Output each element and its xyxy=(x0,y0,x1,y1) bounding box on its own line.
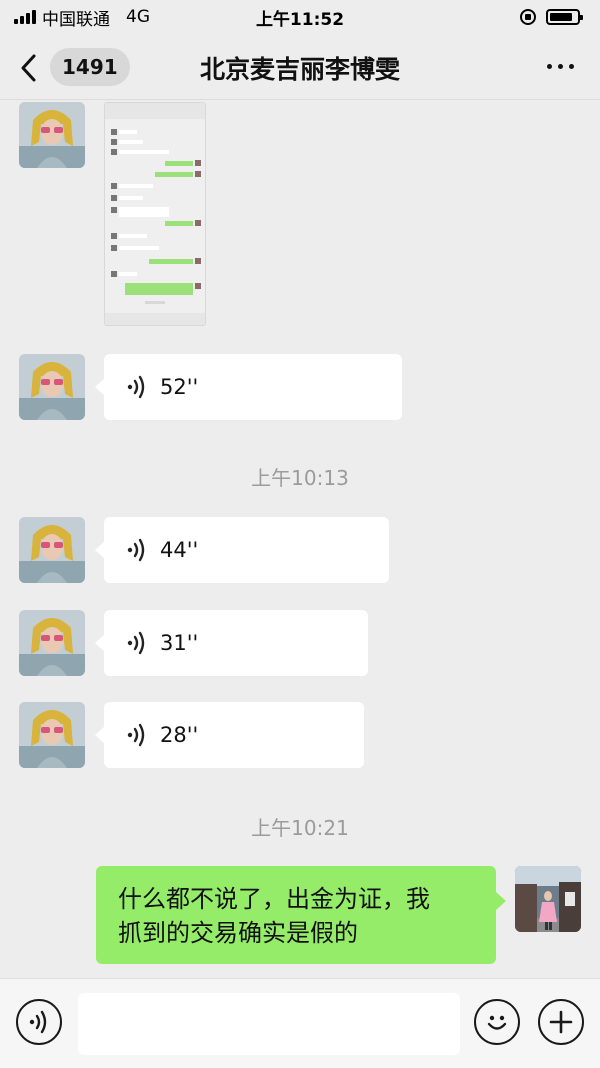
unread-count-badge[interactable]: 1491 xyxy=(50,48,130,86)
plus-icon xyxy=(549,1010,573,1034)
message-timestamp: 上午10:13 xyxy=(251,466,349,490)
status-right xyxy=(520,9,583,25)
voice-input-button[interactable] xyxy=(16,999,62,1045)
message-timestamp: 上午10:21 xyxy=(251,816,349,840)
voice-message[interactable]: 31'' xyxy=(95,610,368,676)
chat-screenshot-image[interactable] xyxy=(104,102,206,326)
voice-wave-icon xyxy=(127,723,145,747)
outgoing-text-message[interactable]: 什么都不说了，出金为证，我 抓到的交易确实是假的 xyxy=(96,866,506,964)
more-dot-icon xyxy=(547,64,552,69)
voice-message[interactable]: 28'' xyxy=(95,702,364,768)
more-functions-button[interactable] xyxy=(538,999,584,1045)
voice-wave-icon xyxy=(127,375,145,399)
battery-icon xyxy=(546,9,583,25)
contact-avatar[interactable] xyxy=(19,102,85,168)
voice-duration: 44'' xyxy=(160,538,199,562)
network-type: 4G xyxy=(126,7,150,27)
status-left: 中国联通 4G xyxy=(14,5,150,30)
contact-avatar[interactable] xyxy=(19,702,85,768)
contact-avatar[interactable] xyxy=(19,517,85,583)
emoji-button[interactable] xyxy=(474,999,520,1045)
signal-strength-icon xyxy=(14,10,36,24)
carrier-name: 中国联通 xyxy=(42,9,110,30)
voice-duration: 52'' xyxy=(160,375,199,399)
chat-title: 北京麦吉丽李博雯 xyxy=(199,55,400,84)
message-text-line: 什么都不说了，出金为证，我 xyxy=(118,885,430,913)
voice-message[interactable]: 44'' xyxy=(95,517,389,583)
chat-header: 1491 北京麦吉丽李博雯 xyxy=(0,34,600,100)
message-text-input[interactable] xyxy=(78,993,460,1055)
more-options-button[interactable] xyxy=(547,64,574,69)
orientation-lock-icon xyxy=(520,9,536,25)
voice-wave-icon xyxy=(127,631,145,655)
battery-level xyxy=(550,13,573,21)
voice-duration: 28'' xyxy=(160,723,199,747)
voice-duration: 31'' xyxy=(160,631,199,655)
message-text-line: 抓到的交易确实是假的 xyxy=(118,919,358,947)
contact-avatar[interactable] xyxy=(19,354,85,420)
status-bar: 中国联通 4G 上午11:52 xyxy=(0,0,600,34)
message-input-bar xyxy=(0,978,600,1068)
smiley-icon xyxy=(487,1015,507,1030)
contact-avatar[interactable] xyxy=(19,610,85,676)
my-avatar[interactable] xyxy=(515,866,581,932)
more-dot-icon xyxy=(569,64,574,69)
more-dot-icon xyxy=(558,64,563,69)
chevron-left-icon xyxy=(21,54,36,82)
voice-message[interactable]: 52'' xyxy=(95,354,402,420)
voice-wave-icon xyxy=(127,538,145,562)
voice-wave-icon xyxy=(29,1010,47,1034)
